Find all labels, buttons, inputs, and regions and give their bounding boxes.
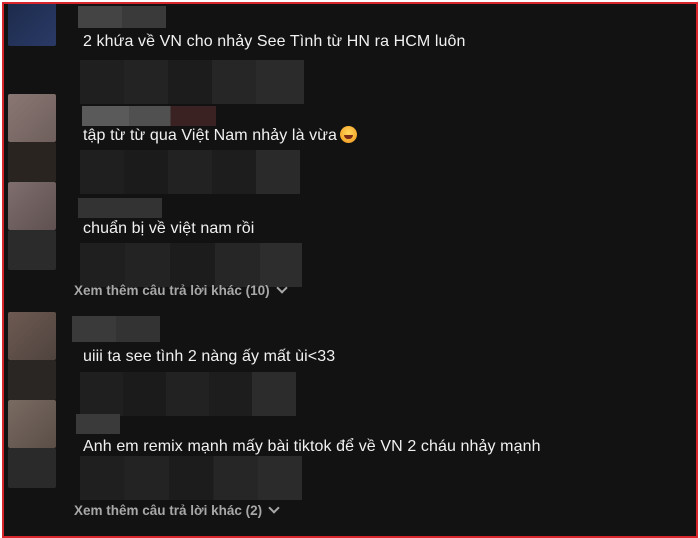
- username-blurred[interactable]: [76, 414, 120, 434]
- avatar[interactable]: [8, 94, 56, 142]
- comment-actions-blurred[interactable]: [80, 456, 302, 500]
- comment-item: tập từ từ qua Việt Nam nhảy là vừa: [4, 92, 696, 194]
- avatar[interactable]: [8, 182, 56, 230]
- comments-panel: 2 khứa về VN cho nhảy See Tình từ HN ra …: [2, 2, 698, 538]
- comment-text: chuẩn bị về việt nam rồi: [83, 220, 255, 237]
- comment-actions-blurred[interactable]: [80, 243, 302, 287]
- username-blurred[interactable]: [72, 316, 160, 342]
- username-blurred[interactable]: [78, 6, 166, 28]
- comment-text: 2 khứa về VN cho nhảy See Tình từ HN ra …: [83, 33, 466, 50]
- comment-text: Anh em remix mạnh mấy bài tiktok để về V…: [83, 438, 541, 455]
- username-blurred[interactable]: [78, 198, 162, 218]
- comment-text: tập từ từ qua Việt Nam nhảy là vừa: [83, 126, 358, 145]
- comment-text: uiii ta see tình 2 nàng ấy mất ùi<33: [83, 348, 336, 365]
- avatar-blur-lower: [8, 360, 56, 400]
- view-more-replies[interactable]: Xem thêm câu trả lời khác (10): [74, 282, 288, 298]
- laughing-emoji-icon: [340, 126, 358, 143]
- view-more-replies[interactable]: Xem thêm câu trả lời khác (2): [74, 502, 280, 518]
- chevron-down-icon: [276, 282, 288, 294]
- avatar[interactable]: [8, 312, 56, 360]
- comment-item: 2 khứa về VN cho nhảy See Tình từ HN ra …: [4, 4, 696, 104]
- avatar-blur-lower: [8, 448, 56, 488]
- avatar[interactable]: [8, 4, 56, 46]
- username-blurred[interactable]: [82, 106, 216, 126]
- view-more-label: Xem thêm câu trả lời khác (2): [74, 503, 263, 518]
- comment-item: uiii ta see tình 2 nàng ấy mất ùi<33: [4, 310, 696, 416]
- avatar-blur-lower: [8, 230, 56, 270]
- comment-item: Anh em remix mạnh mấy bài tiktok để về V…: [4, 398, 696, 500]
- comment-item: chuẩn bị về việt nam rồi: [4, 180, 696, 287]
- comment-text-content: tập từ từ qua Việt Nam nhảy là vừa: [83, 127, 338, 144]
- view-more-label: Xem thêm câu trả lời khác (10): [74, 283, 270, 298]
- avatar[interactable]: [8, 400, 56, 448]
- avatar-blur-lower: [8, 142, 56, 182]
- chevron-down-icon: [268, 502, 280, 514]
